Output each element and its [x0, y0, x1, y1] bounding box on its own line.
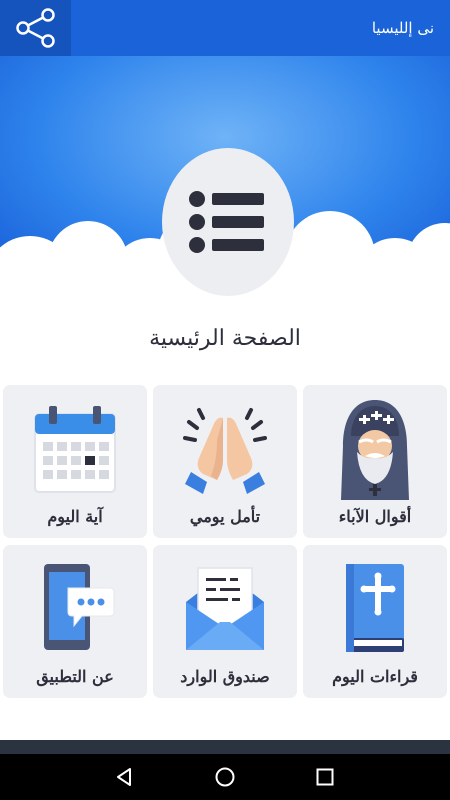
tile-verse-of-day[interactable]: آية اليوم: [3, 385, 147, 538]
back-icon: [117, 768, 131, 786]
tile-label: قراءات اليوم: [332, 667, 418, 686]
share-button[interactable]: [0, 0, 71, 56]
list-icon: [189, 191, 264, 253]
app-bar: نى إلليسيا: [0, 0, 450, 56]
tile-label: أقوال الآباء: [338, 507, 412, 526]
menu-button[interactable]: [162, 148, 294, 296]
tile-todays-readings[interactable]: قراءات اليوم: [303, 545, 447, 698]
bottom-bar: [0, 740, 450, 754]
tile-daily-meditation[interactable]: تأمل يومي: [153, 385, 297, 538]
tile-about-app[interactable]: عن التطبيق: [3, 545, 147, 698]
page-title: الصفحة الرئيسية: [149, 326, 301, 351]
share-icon: [15, 8, 55, 48]
phone-chat-icon: [44, 564, 115, 650]
nav-back-button[interactable]: [112, 765, 136, 789]
nav-home-button[interactable]: [213, 765, 237, 789]
monk-icon: [341, 400, 409, 500]
envelope-icon: [186, 567, 264, 650]
bible-icon: [346, 564, 404, 652]
tile-label: عن التطبيق: [36, 667, 114, 686]
tile-inbox[interactable]: صندوق الوارد: [153, 545, 297, 698]
tile-fathers-sayings[interactable]: أقوال الآباء: [303, 385, 447, 538]
tile-label: صندوق الوارد: [180, 667, 270, 686]
recents-icon: [316, 768, 334, 786]
tile-label: آية اليوم: [47, 507, 103, 526]
praying-hands-icon: [183, 408, 267, 494]
app-title: نى إلليسيا: [371, 19, 434, 37]
tile-label: تأمل يومي: [189, 507, 261, 526]
home-icon: [215, 767, 235, 787]
calendar-icon: [34, 406, 116, 493]
nav-recents-button[interactable]: [313, 765, 337, 789]
system-nav-bar: [0, 754, 450, 800]
